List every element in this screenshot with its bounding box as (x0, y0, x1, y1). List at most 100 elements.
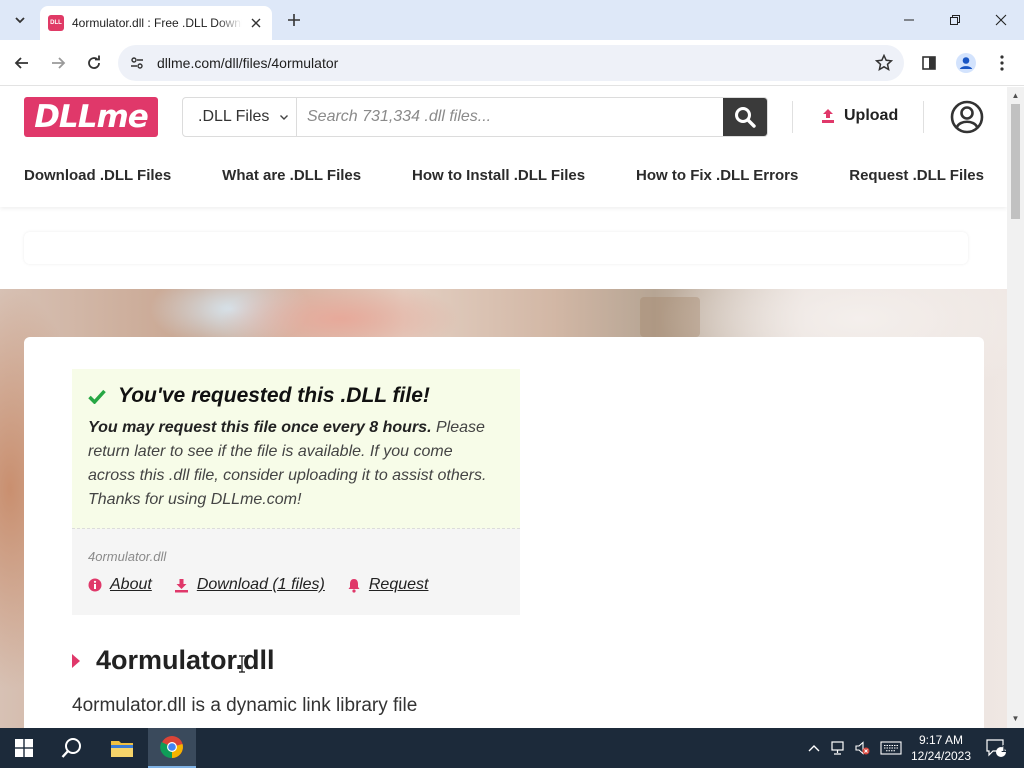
notice-text: You may request this file once every 8 h… (88, 416, 504, 512)
scroll-down-icon[interactable]: ▼ (1011, 714, 1020, 723)
arrow-right-icon (52, 57, 66, 69)
clock-button[interactable]: 9:17 AM 12/24/2023 (908, 728, 974, 768)
close-icon (995, 14, 1007, 26)
search-category-value: .DLL Files (198, 108, 270, 125)
restore-button[interactable] (932, 0, 978, 40)
show-hidden-icons-button[interactable] (806, 740, 822, 756)
info-icon (88, 578, 102, 592)
forward-button[interactable] (44, 49, 72, 77)
plus-icon (288, 14, 300, 26)
close-window-button[interactable] (978, 0, 1024, 40)
scrollbar-thumb[interactable] (1011, 104, 1020, 219)
clock: 9:17 AM 12/24/2023 (911, 732, 971, 764)
request-link[interactable]: Request (347, 576, 429, 594)
notice-title-text: You've requested this .DLL file! (118, 384, 430, 407)
notice-title: You've requested this .DLL file! (88, 384, 504, 408)
minimize-button[interactable] (886, 0, 932, 40)
tab-search-button[interactable] (8, 8, 32, 32)
user-circle-icon (950, 100, 984, 134)
nav-what-are-dll-files[interactable]: What are .DLL Files (222, 167, 361, 187)
search-button[interactable] (723, 98, 767, 136)
restore-icon (950, 15, 960, 25)
search-icon (735, 107, 756, 128)
account-button[interactable] (950, 100, 984, 134)
minimize-icon (904, 19, 914, 21)
browser-tab-active[interactable]: DLL 4ormulator.dll : Free .DLL Download (40, 6, 272, 40)
search-category-select[interactable]: .DLL Files (183, 98, 297, 136)
chevron-up-icon (808, 745, 820, 752)
bookmark-button[interactable] (874, 53, 894, 73)
side-panel-button[interactable] (915, 49, 943, 77)
chevron-down-icon (280, 115, 289, 120)
search-input[interactable] (297, 98, 723, 136)
about-link[interactable]: About (88, 576, 152, 594)
side-panel-icon (922, 56, 936, 70)
chrome-taskbar-button[interactable] (148, 728, 196, 768)
browser-menu-button[interactable] (988, 49, 1016, 77)
browser-tab-bar: DLL 4ormulator.dll : Free .DLL Download (0, 0, 1024, 40)
clock-date: 12/24/2023 (910, 749, 972, 763)
arrow-left-icon (14, 57, 28, 69)
taskbar-search-button[interactable] (48, 728, 96, 768)
keyboard-button[interactable] (880, 740, 902, 756)
volume-button[interactable] (854, 740, 870, 756)
upload-label: Upload (844, 107, 899, 124)
back-button[interactable] (8, 49, 36, 77)
file-name-label: 4ormulator.dll (88, 549, 167, 564)
request-notice: You've requested this .DLL file! You may… (72, 369, 520, 615)
scroll-up-icon[interactable]: ▲ (1011, 91, 1020, 100)
page-scrollbar[interactable]: ▲ ▼ (1007, 87, 1024, 728)
file-links: About Download (1 files) Request (88, 576, 504, 594)
text-cursor-icon (239, 655, 245, 673)
notice-bold-text: You may request this file once every 8 h… (88, 419, 432, 436)
ad-placeholder (24, 232, 968, 264)
nav-how-to-fix-dll-errors[interactable]: How to Fix .DLL Errors (636, 167, 798, 187)
profile-icon (956, 53, 976, 73)
volume-muted-icon (855, 741, 870, 755)
chevron-down-icon (15, 17, 25, 24)
hero-decoration (640, 297, 700, 337)
search-icon (61, 738, 81, 758)
dll-description: 4ormulator.dll is a dynamic link library… (72, 695, 418, 716)
download-icon (174, 578, 188, 592)
request-link-label: Request (368, 576, 429, 593)
browser-toolbar: dllme.com/dll/files/4ormulator (0, 40, 1024, 86)
download-link[interactable]: Download (1 files) (174, 576, 325, 594)
nav-request-dll-files[interactable]: Request .DLL Files (849, 167, 984, 187)
page-viewport: DLLme .DLL Files Upload Download .DLL Fi… (0, 87, 1024, 728)
tab-close-button[interactable] (248, 15, 264, 31)
notification-count: 1 (1001, 744, 1007, 755)
new-tab-button[interactable] (282, 8, 306, 32)
notifications-button[interactable]: 1 (976, 728, 1016, 768)
header-divider (923, 101, 924, 133)
url-text: dllme.com/dll/files/4ormulator (157, 55, 339, 71)
file-explorer-button[interactable] (98, 728, 146, 768)
reload-icon (88, 55, 100, 69)
content-card: You've requested this .DLL file! You may… (24, 337, 984, 728)
site-header: DLLme .DLL Files Upload Download .DLL Fi… (0, 87, 1007, 207)
site-logo[interactable]: DLLme (24, 97, 158, 137)
keyboard-icon (880, 741, 902, 755)
folder-icon (111, 741, 133, 757)
logo-text: DLLme (34, 99, 149, 135)
notice-body: You've requested this .DLL file! You may… (72, 369, 520, 529)
notice-footer: 4ormulator.dll About Download (1 files) … (72, 529, 520, 615)
nav-how-to-install-dll-files[interactable]: How to Install .DLL Files (412, 167, 585, 187)
dllme-favicon-icon: DLL (48, 15, 64, 31)
start-button[interactable] (0, 728, 48, 768)
checkmark-icon (88, 389, 106, 404)
clock-time: 9:17 AM (918, 733, 964, 747)
network-button[interactable] (830, 740, 846, 756)
nav-download-dll-files[interactable]: Download .DLL Files (24, 167, 171, 187)
upload-button[interactable]: Upload (820, 103, 898, 129)
reload-button[interactable] (80, 49, 108, 77)
header-divider (792, 101, 793, 133)
close-icon (251, 18, 261, 28)
profile-button[interactable] (952, 49, 980, 77)
tab-title: 4ormulator.dll : Free .DLL Download (72, 16, 242, 30)
bell-icon (348, 578, 360, 593)
windows-logo-icon (15, 739, 33, 757)
site-info-button[interactable] (122, 48, 152, 78)
address-bar[interactable]: dllme.com/dll/files/4ormulator (118, 45, 904, 81)
upload-icon (822, 109, 834, 123)
